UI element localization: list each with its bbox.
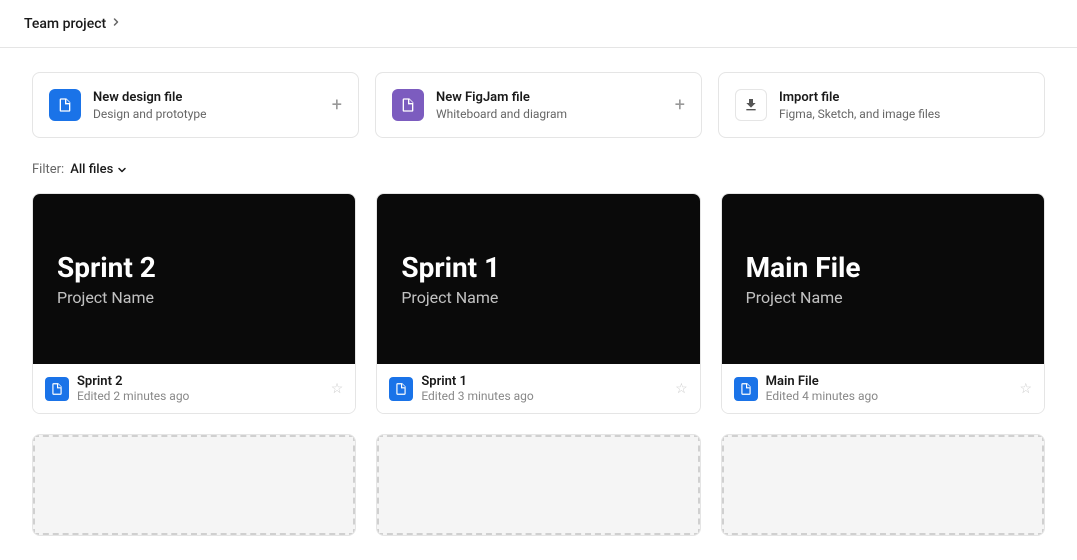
placeholder-thumbnail-1 [33, 435, 355, 535]
file-name-sprint2: Sprint 2 [77, 374, 323, 389]
filter-label: Filter: [32, 162, 64, 177]
import-icon [735, 89, 767, 121]
thumbnail-subtitle-sprint1: Project Name [401, 288, 498, 307]
placeholder-card-3 [721, 434, 1045, 536]
new-design-icon [49, 89, 81, 121]
file-card-sprint1[interactable]: Sprint 1 Project Name Sprint 1 Edited 3 … [376, 193, 700, 414]
file-icon-sprint2 [45, 377, 69, 401]
thumbnail-subtitle-mainfile: Project Name [746, 288, 843, 307]
action-cards-row: New design file Design and prototype + N… [32, 72, 1045, 138]
file-edited-sprint2: Edited 2 minutes ago [77, 389, 323, 403]
project-title[interactable]: Team project [24, 16, 122, 32]
project-name-label: Team project [24, 16, 106, 32]
import-title: Import file [779, 90, 940, 105]
star-icon-sprint1[interactable]: ☆ [675, 381, 688, 397]
new-design-plus-icon: + [332, 95, 342, 116]
file-name-sprint1: Sprint 1 [421, 374, 667, 389]
thumbnail-title-sprint2: Sprint 2 [57, 251, 156, 284]
new-figjam-file-card[interactable]: New FigJam file Whiteboard and diagram + [375, 72, 702, 138]
main-content: New design file Design and prototype + N… [0, 48, 1077, 560]
star-icon-sprint2[interactable]: ☆ [331, 381, 344, 397]
file-icon-mainfile [734, 377, 758, 401]
file-grid: Sprint 2 Project Name Sprint 2 Edited 2 … [32, 193, 1045, 536]
file-info-sprint1: Sprint 1 Edited 3 minutes ago [421, 374, 667, 403]
new-figjam-card-text: New FigJam file Whiteboard and diagram [436, 90, 567, 121]
star-icon-mainfile[interactable]: ☆ [1019, 381, 1032, 397]
file-thumbnail-sprint2: Sprint 2 Project Name [33, 194, 355, 364]
import-subtitle: Figma, Sketch, and image files [779, 107, 940, 121]
header-chevron-icon [110, 16, 122, 32]
file-meta-sprint1: Sprint 1 Edited 3 minutes ago ☆ [377, 364, 699, 413]
new-design-subtitle: Design and prototype [93, 107, 206, 121]
file-card-sprint2[interactable]: Sprint 2 Project Name Sprint 2 Edited 2 … [32, 193, 356, 414]
filter-chevron-icon [116, 164, 128, 176]
new-design-title: New design file [93, 90, 206, 105]
file-thumbnail-sprint1: Sprint 1 Project Name [377, 194, 699, 364]
file-info-sprint2: Sprint 2 Edited 2 minutes ago [77, 374, 323, 403]
file-info-mainfile: Main File Edited 4 minutes ago [766, 374, 1012, 403]
placeholder-thumbnail-3 [722, 435, 1044, 535]
new-figjam-title: New FigJam file [436, 90, 567, 105]
new-figjam-subtitle: Whiteboard and diagram [436, 107, 567, 121]
thumbnail-subtitle-sprint2: Project Name [57, 288, 154, 307]
new-design-file-card[interactable]: New design file Design and prototype + [32, 72, 359, 138]
placeholder-thumbnail-2 [377, 435, 699, 535]
import-card-text: Import file Figma, Sketch, and image fil… [779, 90, 940, 121]
file-card-mainfile[interactable]: Main File Project Name Main File Edited … [721, 193, 1045, 414]
thumbnail-title-sprint1: Sprint 1 [401, 251, 500, 284]
new-figjam-plus-icon: + [675, 95, 685, 116]
placeholder-card-2 [376, 434, 700, 536]
placeholder-card-1 [32, 434, 356, 536]
new-design-card-text: New design file Design and prototype [93, 90, 206, 121]
thumbnail-title-mainfile: Main File [746, 251, 861, 284]
file-meta-mainfile: Main File Edited 4 minutes ago ☆ [722, 364, 1044, 413]
new-figjam-icon [392, 89, 424, 121]
file-name-mainfile: Main File [766, 374, 1012, 389]
header: Team project [0, 0, 1077, 48]
file-thumbnail-mainfile: Main File Project Name [722, 194, 1044, 364]
file-meta-sprint2: Sprint 2 Edited 2 minutes ago ☆ [33, 364, 355, 413]
import-file-card[interactable]: Import file Figma, Sketch, and image fil… [718, 72, 1045, 138]
filter-value-text: All files [70, 162, 113, 177]
filter-value-button[interactable]: All files [70, 162, 128, 177]
file-edited-sprint1: Edited 3 minutes ago [421, 389, 667, 403]
file-icon-sprint1 [389, 377, 413, 401]
file-edited-mainfile: Edited 4 minutes ago [766, 389, 1012, 403]
filter-row: Filter: All files [32, 162, 1045, 177]
